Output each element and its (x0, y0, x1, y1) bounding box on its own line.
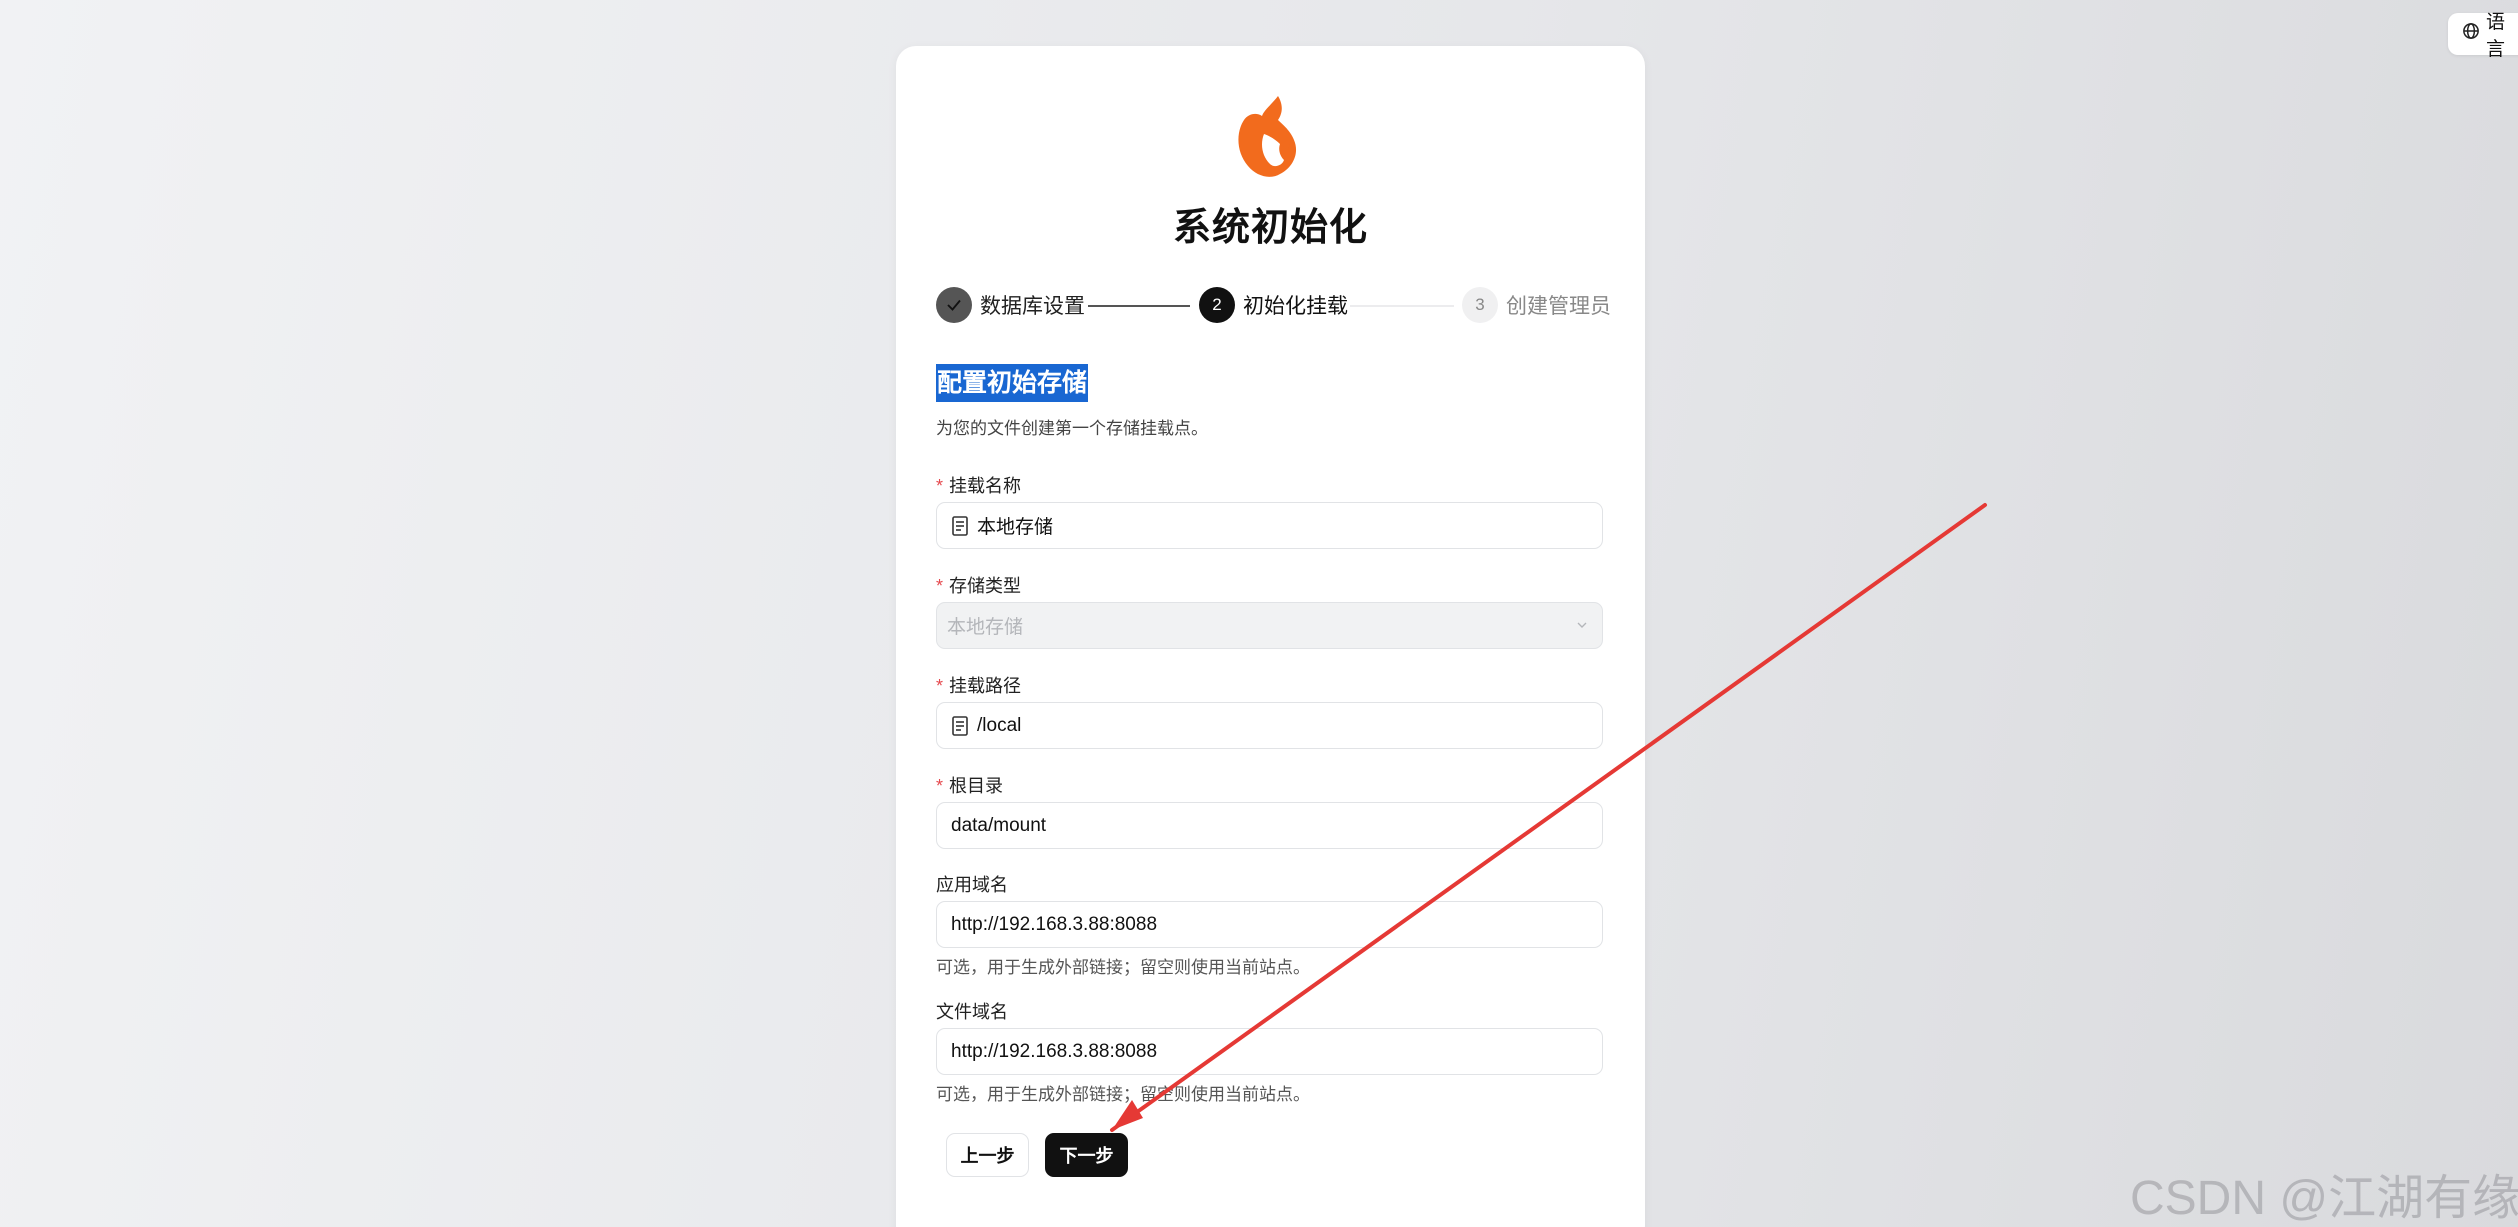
next-button[interactable]: 下一步 (1045, 1133, 1128, 1177)
mount-name-input[interactable]: 本地存储 (936, 502, 1603, 549)
required-mark: * (936, 576, 944, 596)
file-domain-help: 可选，用于生成外部链接；留空则使用当前站点。 (936, 1085, 1310, 1104)
app-domain-input[interactable]: http://192.168.3.88:8088 (936, 901, 1603, 948)
step-database: 数据库设置 (936, 286, 1085, 324)
required-mark: * (936, 676, 944, 696)
section-subtitle: 为您的文件创建第一个存储挂载点。 (936, 419, 1208, 438)
globe-icon (2462, 22, 2480, 46)
language-button[interactable]: 语言 (2448, 12, 2518, 60)
stepper: 数据库设置 2 初始化挂载 3 创建管理员 (936, 286, 1611, 326)
page-title: 系统初始化 (1172, 207, 1368, 249)
file-icon (951, 715, 969, 736)
step-check-icon (936, 287, 972, 323)
step-label: 初始化挂载 (1243, 295, 1348, 318)
mount-path-input[interactable]: /local (936, 702, 1603, 749)
mount-path-label: * 挂载路径 (936, 676, 1022, 696)
file-icon (951, 515, 969, 536)
root-dir-input[interactable]: data/mount (936, 802, 1603, 849)
root-dir-label: * 根目录 (936, 776, 1004, 796)
storage-type-select[interactable]: 本地存储 (936, 602, 1603, 649)
step-label: 数据库设置 (980, 295, 1085, 318)
step-number: 2 (1199, 287, 1235, 323)
file-domain-value: http://192.168.3.88:8088 (951, 1040, 1158, 1062)
app-domain-value: http://192.168.3.88:8088 (951, 913, 1158, 935)
step-mount: 2 初始化挂载 (1199, 286, 1348, 324)
language-label: 语言 (2486, 12, 2506, 60)
file-domain-input[interactable]: http://192.168.3.88:8088 (936, 1028, 1603, 1075)
mount-path-value: /local (977, 714, 1022, 736)
step-number: 3 (1462, 287, 1498, 323)
chevron-down-icon (1574, 617, 1590, 639)
mount-name-label: * 挂载名称 (936, 476, 1022, 496)
storage-type-label: * 存储类型 (936, 576, 1022, 596)
mount-name-value: 本地存储 (977, 517, 1054, 538)
step-admin: 3 创建管理员 (1462, 286, 1611, 324)
app-domain-help: 可选，用于生成外部链接；留空则使用当前站点。 (936, 958, 1310, 977)
required-mark: * (936, 476, 944, 496)
step-label: 创建管理员 (1506, 295, 1611, 318)
setup-card: 系统初始化 数据库设置 2 初始化挂载 3 创建管理员 配置初始存储 为您的文件… (896, 46, 1645, 1227)
step-connector (1088, 305, 1190, 307)
required-mark: * (936, 776, 944, 796)
watermark: CSDN @江湖有缘 (2130, 1172, 2518, 1225)
app-domain-label: 应用域名 (936, 875, 1008, 895)
storage-type-value: 本地存储 (947, 617, 1024, 638)
step-connector (1350, 305, 1454, 307)
section-title: 配置初始存储 (936, 364, 1089, 402)
file-domain-label: 文件域名 (936, 1002, 1008, 1022)
prev-button[interactable]: 上一步 (946, 1133, 1029, 1177)
root-dir-value: data/mount (951, 814, 1047, 836)
fox-logo (1234, 94, 1306, 182)
